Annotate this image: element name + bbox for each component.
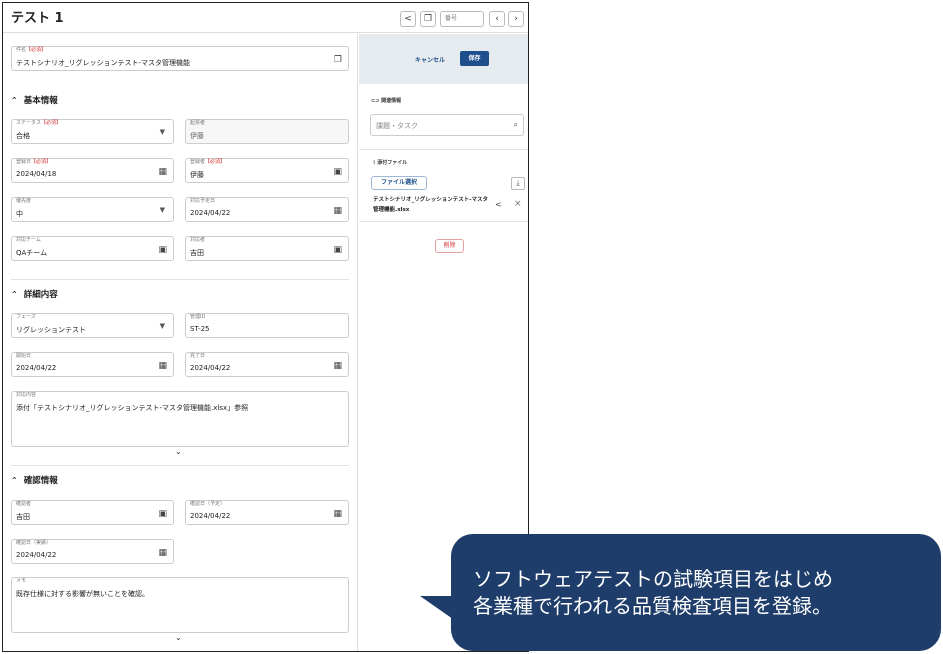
save-button[interactable]: 保存 [460, 51, 489, 66]
expand-chevron-icon[interactable]: ⌄ [175, 447, 182, 456]
calendar-icon[interactable]: ▦ [158, 548, 167, 558]
form-panel: 件名【必須】 テストシナリオ_リグレッションテスト-マスタ管理機能 ❐ ⌃ 基本情… [3, 34, 358, 651]
action-bar: キャンセル 保存 [359, 34, 528, 84]
contact-icon[interactable]: ▣ [333, 245, 342, 255]
chevron-up-icon: ⌃ [11, 476, 18, 485]
expand-chevron-icon[interactable]: ⌄ [175, 633, 182, 642]
cancel-button[interactable]: キャンセル [415, 55, 445, 64]
title-bar: テスト 1 < ❐ 番号 ‹ › [3, 3, 528, 33]
divider [359, 149, 528, 150]
section-confirm[interactable]: ⌃ 確認情報 [11, 474, 58, 486]
contact-icon[interactable]: ▣ [158, 245, 167, 255]
related-title: ⊂⊃ 関連情報 [371, 98, 402, 104]
number-input[interactable]: 番号 [440, 11, 484, 27]
link-icon: ⊂⊃ [371, 98, 380, 104]
memo-textarea[interactable]: メモ 既存仕様に対する影響が無いことを確認。 [11, 577, 349, 633]
divider [359, 221, 528, 222]
planned-date-field[interactable]: 確認日（予定） 2024/04/22 ▦ [185, 500, 349, 525]
start-date-field[interactable]: 開始日 2024/04/22 ▦ [11, 352, 174, 377]
share-icon[interactable]: < [495, 200, 502, 209]
dropdown-caret-icon: ▼ [159, 206, 165, 214]
divider [11, 465, 349, 466]
paperclip-icon: ⌇ [373, 160, 376, 166]
related-search-input[interactable]: 課題・タスク ⌕ [370, 114, 524, 136]
file-select-button[interactable]: ファイル選択 [371, 176, 427, 190]
attached-file-name[interactable]: テストシナリオ_リグレッションテスト-マスタ管理機能.xlsx [373, 195, 493, 215]
phase-select[interactable]: フェーズ リグレッションテスト ▼ [11, 313, 174, 338]
section-detail[interactable]: ⌃ 詳細内容 [11, 288, 58, 300]
copy-icon[interactable]: ❐ [420, 11, 436, 27]
section-basic[interactable]: ⌃ 基本情報 [11, 94, 58, 106]
item-name-field[interactable]: 件名【必須】 テストシナリオ_リグレッションテスト-マスタ管理機能 ❐ [11, 46, 349, 71]
delete-button[interactable]: 削除 [435, 239, 464, 253]
attach-title: ⌇ 添付ファイル [373, 160, 408, 166]
actual-date-field[interactable]: 確認日（実績） 2024/04/22 ▦ [11, 539, 174, 564]
end-date-field[interactable]: 完了日 2024/04/22 ▦ [185, 352, 349, 377]
chevron-right-icon[interactable]: › [508, 11, 524, 27]
chevron-up-icon: ⌃ [11, 96, 18, 105]
status-select[interactable]: ステータス【必須】 合格 ▼ [11, 119, 174, 144]
calendar-icon[interactable]: ▦ [158, 167, 167, 177]
share-icon[interactable]: < [400, 11, 416, 27]
copy-icon[interactable]: ❐ [334, 55, 342, 65]
contact-icon[interactable]: ▣ [158, 509, 167, 519]
close-icon[interactable]: × [514, 199, 522, 209]
callout-line-2: 各業種で行われる品質検査項目を登録。 [473, 594, 832, 618]
confirmer-field[interactable]: 確認者 吉田 ▣ [11, 500, 174, 525]
dropdown-caret-icon: ▼ [159, 322, 165, 330]
author-field: 起票者 伊藤 [185, 119, 349, 144]
priority-select[interactable]: 優先度 中 ▼ [11, 197, 174, 222]
download-icon[interactable]: ⤓ [511, 177, 525, 190]
app-window: テスト 1 < ❐ 番号 ‹ › 件名【必須】 テストシナリオ_リグレッションテ… [2, 2, 529, 652]
calendar-icon[interactable]: ▦ [333, 361, 342, 371]
calendar-icon[interactable]: ▦ [158, 361, 167, 371]
due-date-field[interactable]: 対応予定日 2024/04/22 ▦ [185, 197, 349, 222]
chevron-left-icon[interactable]: ‹ [489, 11, 505, 27]
page-title: テスト 1 [11, 11, 64, 26]
calendar-icon[interactable]: ▦ [333, 206, 342, 216]
assignee-field[interactable]: 対応者 吉田 ▣ [185, 236, 349, 261]
dropdown-caret-icon: ▼ [159, 128, 165, 136]
callout-line-1: ソフトウェアテストの試験項目をはじめ [473, 567, 833, 591]
team-field[interactable]: 対応チーム QAチーム ▣ [11, 236, 174, 261]
callout-bubble: ソフトウェアテストの試験項目をはじめ 各業種で行われる品質検査項目を登録。 [451, 534, 941, 651]
content-textarea[interactable]: 対応内容 添付「テストシナリオ_リグレッションテスト-マスタ管理機能.xlsx」… [11, 391, 349, 447]
chevron-up-icon: ⌃ [11, 290, 18, 299]
calendar-icon[interactable]: ▦ [333, 509, 342, 519]
search-icon: ⌕ [513, 120, 518, 129]
manage-id-field[interactable]: 管理ID ST-25 [185, 313, 349, 338]
contact-icon[interactable]: ▣ [333, 167, 342, 177]
reg-date-field[interactable]: 登録日【必須】 2024/04/18 ▦ [11, 158, 174, 183]
divider [11, 279, 349, 280]
registrant-field[interactable]: 登録者【必須】 伊藤 ▣ [185, 158, 349, 183]
